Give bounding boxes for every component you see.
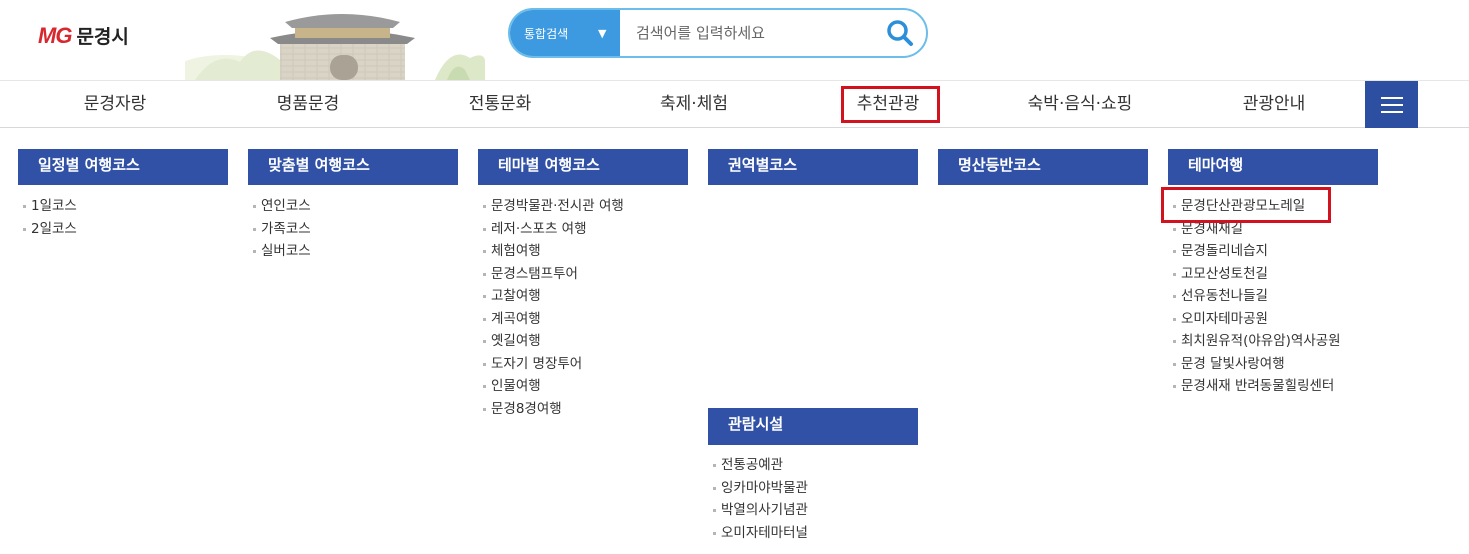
submenu-link[interactable]: 가족코스 — [250, 218, 311, 241]
chevron-down-icon: ▼ — [598, 27, 607, 40]
submenu-link[interactable]: 전통공예관 — [710, 454, 808, 477]
submenu-link[interactable]: 문경돌리네습지 — [1170, 240, 1341, 263]
submenu-link[interactable]: 문경스탬프투어 — [480, 263, 624, 286]
submenu-link[interactable]: 실버코스 — [250, 240, 311, 263]
submenu-link[interactable]: 옛길여행 — [480, 330, 624, 353]
gnb-item-munkyung-pride[interactable]: 문경자랑 — [35, 81, 195, 127]
search-category-label: 통합검색 — [524, 26, 569, 41]
submenu-link[interactable]: 문경새재 반려동물힐링센터 — [1170, 375, 1341, 398]
submenu-link[interactable]: 문경박물관·전시관 여행 — [480, 195, 624, 218]
logo-mark: MG — [38, 22, 72, 48]
submenu-list-facilities: 전통공예관 잉카마야박물관 박열의사기념관 오미자테마터널 — [710, 454, 808, 544]
search-button[interactable] — [874, 10, 926, 56]
submenu-link[interactable]: 1일코스 — [20, 195, 77, 218]
submenu-heading-theme-travel[interactable]: 테마여행 — [1168, 149, 1378, 185]
submenu-heading-facilities[interactable]: 관람시설 — [708, 408, 918, 445]
search-bar: 통합검색 ▼ — [508, 8, 928, 58]
submenu-link[interactable]: 고모산성토천길 — [1170, 263, 1341, 286]
submenu-link[interactable]: 고찰여행 — [480, 285, 624, 308]
submenu-link[interactable]: 문경 달빛사랑여행 — [1170, 353, 1341, 376]
gnb-item-tour-info[interactable]: 관광안내 — [1194, 81, 1354, 127]
hamburger-icon — [1380, 96, 1403, 99]
search-input[interactable] — [620, 10, 874, 56]
submenu-link[interactable]: 오미자테마터널 — [710, 522, 808, 545]
submenu-heading-mountain[interactable]: 명산등반코스 — [938, 149, 1148, 185]
submenu-link[interactable]: 계곡여행 — [480, 308, 624, 331]
search-icon — [887, 20, 913, 46]
submenu-link[interactable]: 체험여행 — [480, 240, 624, 263]
submenu-list-theme-travel: 문경단산관광모노레일 문경새재길 문경돌리네습지 고모산성토천길 선유동천나들길… — [1170, 195, 1341, 398]
submenu-list-schedule: 1일코스 2일코스 — [20, 195, 77, 240]
gnb-item-premium[interactable]: 명품문경 — [228, 81, 388, 127]
submenu-link[interactable]: 레저·스포츠 여행 — [480, 218, 624, 241]
submenu-link[interactable]: 문경8경여행 — [480, 398, 624, 421]
selected-item-highlight — [1161, 187, 1331, 223]
submenu-list-theme-course: 문경박물관·전시관 여행 레저·스포츠 여행 체험여행 문경스탬프투어 고찰여행… — [480, 195, 624, 420]
main-navigation: 문경자랑 명품문경 전통문화 축제·체험 추천관광 숙박·음식·쇼핑 관광안내 — [0, 80, 1469, 128]
submenu-list-custom: 연인코스 가족코스 실버코스 — [250, 195, 311, 263]
submenu-link[interactable]: 최치원유적(야유암)역사공원 — [1170, 330, 1341, 353]
submenu-link[interactable]: 선유동천나들길 — [1170, 285, 1341, 308]
submenu-heading-region[interactable]: 권역별코스 — [708, 149, 918, 185]
submenu-heading-theme-course[interactable]: 테마별 여행코스 — [478, 149, 688, 185]
submenu-link[interactable]: 연인코스 — [250, 195, 311, 218]
site-header: MG 문경시 통합검색 ▼ — [0, 0, 1469, 80]
submenu-link[interactable]: 잉카마야박물관 — [710, 477, 808, 500]
search-category-select[interactable]: 통합검색 ▼ — [510, 10, 620, 56]
site-logo[interactable]: MG 문경시 — [38, 22, 129, 49]
submenu-link[interactable]: 박열의사기념관 — [710, 499, 808, 522]
active-menu-highlight — [841, 86, 940, 123]
gnb-item-festival[interactable]: 축제·체험 — [614, 81, 774, 127]
traditional-building-illustration — [185, 14, 485, 80]
submenu-link[interactable]: 2일코스 — [20, 218, 77, 241]
submenu-heading-custom[interactable]: 맞춤별 여행코스 — [248, 149, 458, 185]
submenu-link[interactable]: 인물여행 — [480, 375, 624, 398]
submenu-link[interactable]: 오미자테마공원 — [1170, 308, 1341, 331]
submenu-heading-schedule[interactable]: 일정별 여행코스 — [18, 149, 228, 185]
logo-text: 문경시 — [76, 26, 129, 48]
gnb-item-lodging[interactable]: 숙박·음식·쇼핑 — [1000, 81, 1160, 127]
menu-button[interactable] — [1365, 81, 1418, 128]
gnb-item-tradition[interactable]: 전통문화 — [420, 81, 580, 127]
submenu-link[interactable]: 도자기 명장투어 — [480, 353, 624, 376]
